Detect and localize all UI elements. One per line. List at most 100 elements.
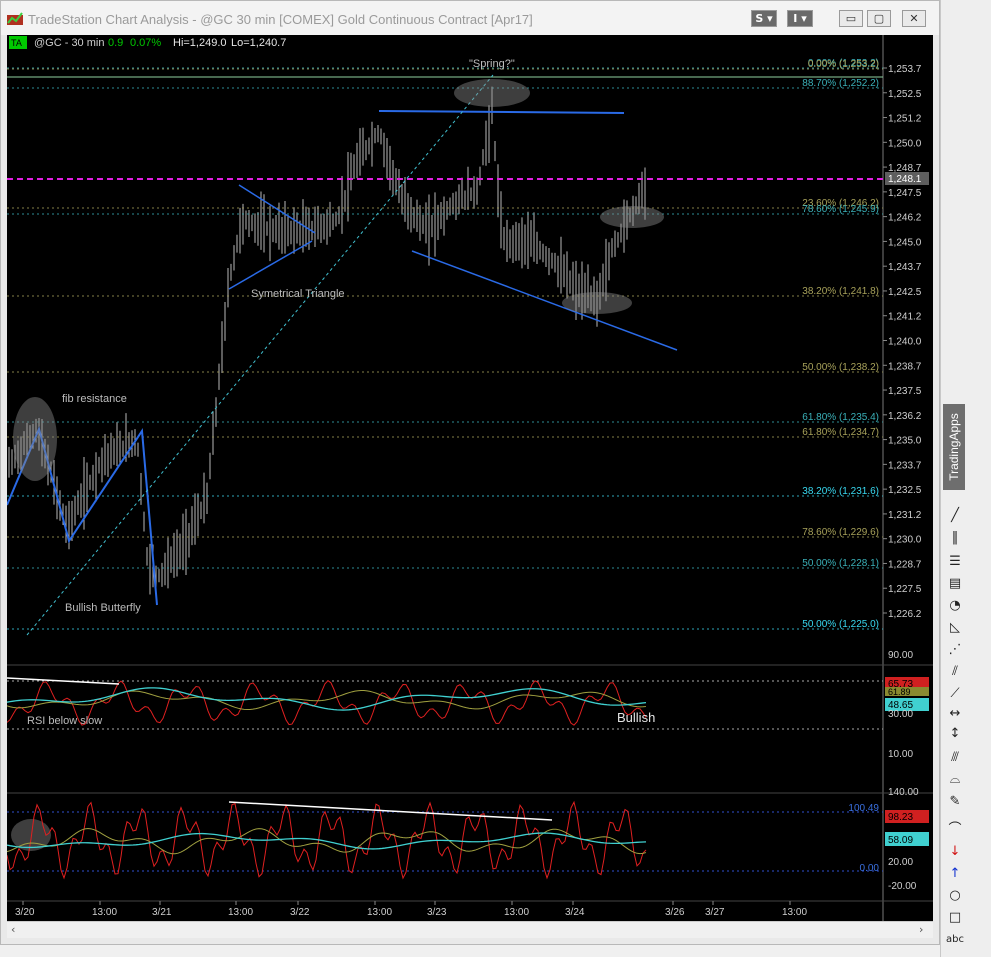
price-axis-label: 1,246.2 <box>888 213 922 224</box>
oscillator-axis-label: 0.00 <box>860 863 880 874</box>
high-value: Hi=1,249.0 <box>173 37 227 49</box>
price-axis-label: 1,231.2 <box>888 510 922 521</box>
s-dropdown-button[interactable]: S ▾ <box>751 10 777 27</box>
chart-area[interactable]: 1,253.7 1,252.5 1,251.2 1,250.0 1,248.7 1,247… <box>7 35 933 921</box>
time-axis-label: 13:00 <box>504 907 529 918</box>
tradestation-logo-icon <box>7 12 23 25</box>
percent-change: 0.07% <box>130 37 161 49</box>
fib-level-label: 0.00% (1,253.2) <box>808 59 879 70</box>
horizontal-arrow-tool-icon[interactable]: ↔ <box>946 704 964 722</box>
vertical-arrow-tool-icon[interactable]: ↕ <box>946 724 964 742</box>
scroll-right-icon[interactable]: › <box>919 923 923 936</box>
gann-fan-tool-icon[interactable]: ⟋ <box>946 684 964 702</box>
fib-level-label: 61.80% (1,234.7) <box>802 427 879 438</box>
osc-fast-line <box>7 800 647 880</box>
chart-window: TradeStation Chart Analysis - @GC 30 min… <box>0 0 940 945</box>
vertical-lines-tool-icon[interactable]: ‖ <box>946 528 964 546</box>
ta-badge: TA <box>11 38 22 48</box>
spring-annotation: "Spring?" <box>469 58 515 70</box>
window-title: TradeStation Chart Analysis - @GC 30 min… <box>28 12 533 27</box>
symetrical-triangle-annotation: Symetrical Triangle <box>251 288 345 300</box>
fib-level-label: 50.00% (1,228.1) <box>802 558 879 569</box>
price-axis-label: 1,241.2 <box>888 312 922 323</box>
time-axis-label: 3/27 <box>705 907 725 918</box>
low-value: Lo=1,240.7 <box>231 37 286 49</box>
time-axis-label: 3/24 <box>565 907 585 918</box>
price-axis-label: 1,227.5 <box>888 584 922 595</box>
price-axis-label: 1,247.5 <box>888 188 922 199</box>
time-axis-label: 13:00 <box>367 907 392 918</box>
fib-fan-tool-icon[interactable]: ◔ <box>946 596 964 614</box>
up-arrow-tool-icon[interactable]: ↑ <box>946 864 964 882</box>
fib-level-label: 38.20% (1,241.8) <box>802 286 879 297</box>
time-axis-label: 13:00 <box>228 907 253 918</box>
maximize-button[interactable]: ▢ <box>867 10 891 27</box>
rsi-axis-label: 10.00 <box>888 749 913 760</box>
drawing-toolbar: TradingApps ╱ ‖ ☰ ▤ ◔ ◺ ⋰ ⫽ ⟋ ↔ ↕ ⫻ ⌓ ✎ … <box>940 0 991 957</box>
rectangle-tool-icon[interactable]: □ <box>946 908 964 926</box>
fib-arc-tool-icon[interactable]: ⌓ <box>946 770 964 788</box>
spring-highlight <box>454 79 530 107</box>
oscillator-axis-label: 140.00 <box>888 787 919 798</box>
minimize-button[interactable]: ▭ <box>839 10 863 27</box>
price-axis-label: 1,252.5 <box>888 89 922 100</box>
horizontal-scrollbar[interactable]: ‹ › <box>7 921 933 938</box>
horizontal-lines-tool-icon[interactable]: ☰ <box>946 552 964 570</box>
oscillator-axis-label: 100.49 <box>848 803 879 814</box>
symbol-label: @GC - 30 min <box>34 37 104 49</box>
fib-level-label: 50.00% (1,225.0) <box>802 619 879 630</box>
fib-retracement-tool-icon[interactable]: ▤ <box>946 574 964 592</box>
time-axis-label: 13:00 <box>782 907 807 918</box>
oscillator-axis-label: 20.00 <box>888 857 913 868</box>
fib-level-label: 78.60% (1,245.9) <box>802 204 879 215</box>
osc-divergence-line <box>228 801 553 821</box>
rsi-fast-line <box>7 680 647 726</box>
ellipse-tool-icon[interactable]: ○ <box>946 886 964 904</box>
scroll-left-icon[interactable]: ‹ <box>11 923 15 936</box>
rsi-below-slow-annotation: RSI below slow <box>27 715 102 727</box>
arc-tool-icon[interactable]: ⌒ <box>946 818 964 837</box>
time-axis-label: 3/21 <box>152 907 172 918</box>
pencil-tool-icon[interactable]: ✎ <box>946 792 964 810</box>
oscillator-axis-label: -20.00 <box>888 881 917 892</box>
price-axis-label: 1,242.5 <box>888 287 922 298</box>
price-axis-label: 1,236.2 <box>888 411 922 422</box>
close-button[interactable]: ✕ <box>902 10 926 27</box>
fib-level-label: 88.70% (1,252.2) <box>802 78 879 89</box>
bullish-butterfly-annotation: Bullish Butterfly <box>65 602 141 614</box>
fib-resistance-highlight <box>13 397 57 481</box>
spring-low-highlight <box>562 292 632 314</box>
price-axis-label: 1,253.7 <box>888 64 922 75</box>
price-chart-canvas[interactable]: 1,253.7 1,252.5 1,251.2 1,250.0 1,248.7 1,247… <box>7 35 933 921</box>
price-axis-label: 1,240.0 <box>888 337 922 348</box>
fib-level-label: 78.60% (1,229.6) <box>802 527 879 538</box>
time-axis-label: 3/22 <box>290 907 310 918</box>
rsi-value-3: 48.65 <box>888 700 913 711</box>
parallel-lines-tool-icon[interactable]: ⫻ <box>946 748 964 766</box>
price-axis-label: 1,238.7 <box>888 361 922 372</box>
fib-resistance-annotation: fib resistance <box>62 393 127 405</box>
fib-speed-tool-icon[interactable]: ⫽ <box>946 662 964 680</box>
tradingapps-tab[interactable]: TradingApps <box>943 404 965 490</box>
price-bars <box>8 86 646 596</box>
price-axis-label: 1,245.0 <box>888 237 922 248</box>
rsi-signal-line <box>7 689 647 711</box>
trendline-tool-icon[interactable]: ╱ <box>946 506 964 524</box>
rsi-axis-label: 90.00 <box>888 650 913 661</box>
time-axis-label: 3/20 <box>15 907 35 918</box>
support-trendline <box>411 250 678 351</box>
price-axis-label: 1,232.5 <box>888 485 922 496</box>
osc-slow-line <box>7 832 647 850</box>
price-axis-label: 1,228.7 <box>888 559 922 570</box>
osc-value-2: 58.09 <box>888 835 913 846</box>
down-arrow-tool-icon[interactable]: ↓ <box>946 842 964 860</box>
fib-time-tool-icon[interactable]: ⋰ <box>946 640 964 658</box>
resistance-line <box>378 110 625 114</box>
i-dropdown-button[interactable]: I ▾ <box>787 10 813 27</box>
fib-extension-tool-icon[interactable]: ◺ <box>946 618 964 636</box>
text-tool-icon[interactable]: abc <box>946 930 964 948</box>
price-axis-label: 1,250.0 <box>888 138 922 149</box>
net-change: 0.9 <box>108 37 123 49</box>
title-bar[interactable]: TradeStation Chart Analysis - @GC 30 min… <box>1 1 939 35</box>
price-axis-label: 1,251.2 <box>888 114 922 125</box>
